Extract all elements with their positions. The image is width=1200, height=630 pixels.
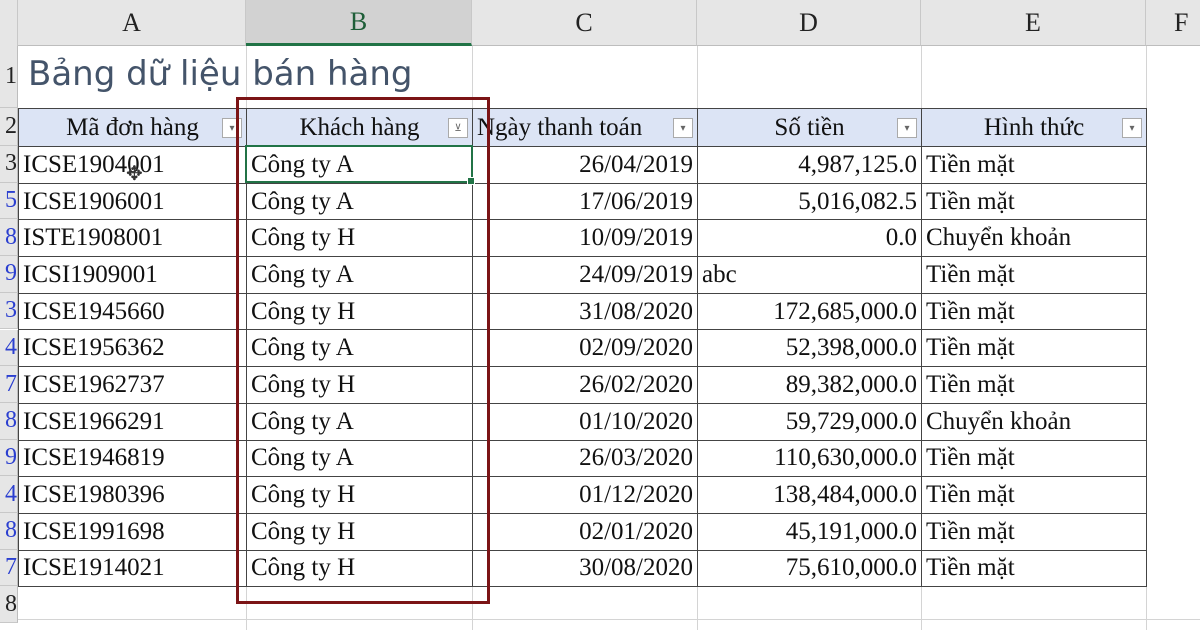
header-hinh-thuc: Hình thức ▾ [922, 109, 1147, 147]
table-row: ICSE1962737Công ty H26/02/202089,382,000… [19, 367, 1147, 404]
column-header-b[interactable]: B [246, 0, 472, 46]
table-header-row: Mã đơn hàng▾Khách hàng⊻Ngày thanh toán▾S… [19, 109, 1147, 147]
cell-so-tien[interactable]: 4,987,125.0 [698, 147, 922, 184]
cell-hinh-thuc[interactable]: Tiền mặt [922, 440, 1147, 477]
filter-dropdown-icon[interactable]: ▾ [1122, 118, 1142, 138]
table-row: ICSE1980396Công ty H01/12/2020138,484,00… [19, 477, 1147, 514]
column-header-d[interactable]: D [697, 0, 921, 46]
cell-so-tien[interactable]: abc [698, 257, 922, 294]
header-label: Mã đơn hàng [66, 114, 199, 141]
header-ngay-thanh-toan: Ngày thanh toán ▾ [473, 109, 698, 147]
cell-ngay-thanh-toan[interactable]: 26/04/2019 [473, 147, 698, 184]
cell-ma-don-hang[interactable]: ICSE1956362 [19, 330, 247, 367]
cell-ngay-thanh-toan[interactable]: 01/10/2020 [473, 403, 698, 440]
cell-ma-don-hang[interactable]: ICSE1946819 [19, 440, 247, 477]
header-label: Hình thức [984, 114, 1084, 141]
table-row: ICSE1956362Công ty A02/09/202052,398,000… [19, 330, 1147, 367]
cell-so-tien[interactable]: 5,016,082.5 [698, 183, 922, 220]
row-header[interactable]: 9 [0, 440, 18, 477]
cell-ngay-thanh-toan[interactable]: 30/08/2020 [473, 550, 698, 587]
cell-ma-don-hang[interactable]: ISTE1908001 [19, 220, 247, 257]
cell-ma-don-hang[interactable]: ICSE1980396 [19, 477, 247, 514]
header-label: Ngày thanh toán [477, 114, 642, 141]
select-all-corner[interactable] [0, 0, 18, 46]
cell-so-tien[interactable]: 172,685,000.0 [698, 293, 922, 330]
row-header[interactable]: 8 [0, 513, 18, 550]
row-header[interactable]: 8 [0, 403, 18, 440]
cell-ngay-thanh-toan[interactable]: 26/03/2020 [473, 440, 698, 477]
cell-hinh-thuc[interactable]: Tiền mặt [922, 147, 1147, 184]
cell-ngay-thanh-toan[interactable]: 01/12/2020 [473, 477, 698, 514]
row-header[interactable]: 3 [0, 146, 18, 183]
cell-ngay-thanh-toan[interactable]: 17/06/2019 [473, 183, 698, 220]
cell-hinh-thuc[interactable]: Tiền mặt [922, 477, 1147, 514]
cell-hinh-thuc[interactable]: Tiền mặt [922, 293, 1147, 330]
cell-ngay-thanh-toan[interactable]: 26/02/2020 [473, 367, 698, 404]
cell-ma-don-hang[interactable]: ICSE1906001 [19, 183, 247, 220]
column-header-a[interactable]: A [18, 0, 246, 46]
row-header[interactable]: 9 [0, 256, 18, 293]
cell-so-tien[interactable]: 59,729,000.0 [698, 403, 922, 440]
row-header[interactable]: 5 [0, 183, 18, 220]
table-row: ICSE1966291Công ty A01/10/202059,729,000… [19, 403, 1147, 440]
cell-so-tien[interactable]: 110,630,000.0 [698, 440, 922, 477]
table-row: ICSE1906001Công ty A17/06/20195,016,082.… [19, 183, 1147, 220]
header-so-tien: Số tiền ▾ [698, 109, 922, 147]
cell-so-tien[interactable]: 45,191,000.0 [698, 513, 922, 550]
cell-ngay-thanh-toan[interactable]: 02/09/2020 [473, 330, 698, 367]
row-header[interactable]: 4 [0, 330, 18, 367]
cell-hinh-thuc[interactable]: Chuyển khoản [922, 220, 1147, 257]
cell-ngay-thanh-toan[interactable]: 24/09/2019 [473, 257, 698, 294]
cell-hinh-thuc[interactable]: Tiền mặt [922, 513, 1147, 550]
cell-so-tien[interactable]: 89,382,000.0 [698, 367, 922, 404]
empty-row[interactable] [18, 584, 1200, 620]
cell-so-tien[interactable]: 138,484,000.0 [698, 477, 922, 514]
row-header[interactable]: 4 [0, 476, 18, 513]
cell-hinh-thuc[interactable]: Tiền mặt [922, 330, 1147, 367]
filter-dropdown-icon[interactable]: ▾ [897, 118, 917, 138]
cell-hinh-thuc[interactable]: Tiền mặt [922, 257, 1147, 294]
header-ma-don-hang: Mã đơn hàng▾ [19, 109, 247, 147]
cell-ngay-thanh-toan[interactable]: 31/08/2020 [473, 293, 698, 330]
filter-dropdown-icon[interactable]: ▾ [673, 118, 693, 138]
row-header[interactable]: 3 [0, 293, 18, 330]
cell-hinh-thuc[interactable]: Tiền mặt [922, 183, 1147, 220]
table-row: ICSI1909001Công ty A24/09/2019abcTiền mặ… [19, 257, 1147, 294]
cell-ma-don-hang[interactable]: ICSE1966291 [19, 403, 247, 440]
row-header[interactable]: 1 [0, 46, 18, 108]
table-row: ISTE1908001Công ty H10/09/20190.0Chuyển … [19, 220, 1147, 257]
cell-ma-don-hang[interactable]: ICSE1991698 [19, 513, 247, 550]
table-row: ICSE1991698Công ty H02/01/202045,191,000… [19, 513, 1147, 550]
row-header[interactable]: 8 [0, 219, 18, 256]
cell-hinh-thuc[interactable]: Tiền mặt [922, 550, 1147, 587]
cell-hinh-thuc[interactable]: Chuyển khoản [922, 403, 1147, 440]
cell-ma-don-hang[interactable]: ICSI1909001 [19, 257, 247, 294]
highlight-box-khach-hang [236, 97, 490, 604]
column-header-f[interactable]: F [1146, 0, 1200, 46]
cell-ma-don-hang[interactable]: ICSE1962737 [19, 367, 247, 404]
cell-so-tien[interactable]: 0.0 [698, 220, 922, 257]
cell-hinh-thuc[interactable]: Tiền mặt [922, 367, 1147, 404]
sheet-title[interactable]: Bảng dữ liệu bán hàng [28, 54, 413, 94]
header-label: Số tiền [774, 114, 844, 141]
row-header[interactable]: 7 [0, 366, 18, 403]
table-row: ICSE1945660Công ty H31/08/2020172,685,00… [19, 293, 1147, 330]
column-header-c[interactable]: C [472, 0, 697, 46]
cell-ngay-thanh-toan[interactable]: 02/01/2020 [473, 513, 698, 550]
table-row: ICSE1946819Công ty A26/03/2020110,630,00… [19, 440, 1147, 477]
cell-so-tien[interactable]: 75,610,000.0 [698, 550, 922, 587]
data-table: Mã đơn hàng▾Khách hàng⊻Ngày thanh toán▾S… [18, 108, 1147, 587]
cell-cursor-icon: ✥ [126, 161, 143, 186]
cell-so-tien[interactable]: 52,398,000.0 [698, 330, 922, 367]
column-header-e[interactable]: E [921, 0, 1146, 46]
row-header[interactable]: 7 [0, 550, 18, 587]
row-header[interactable]: 2 [0, 108, 18, 146]
cell-ngay-thanh-toan[interactable]: 10/09/2019 [473, 220, 698, 257]
table-row: ICSE1914021Công ty H30/08/202075,610,000… [19, 550, 1147, 587]
row-header[interactable]: 8 [0, 586, 18, 623]
table-row: ICSE1904001Công ty A26/04/20194,987,125.… [19, 147, 1147, 184]
cell-ma-don-hang[interactable]: ICSE1914021 [19, 550, 247, 587]
cell-ma-don-hang[interactable]: ICSE1945660 [19, 293, 247, 330]
